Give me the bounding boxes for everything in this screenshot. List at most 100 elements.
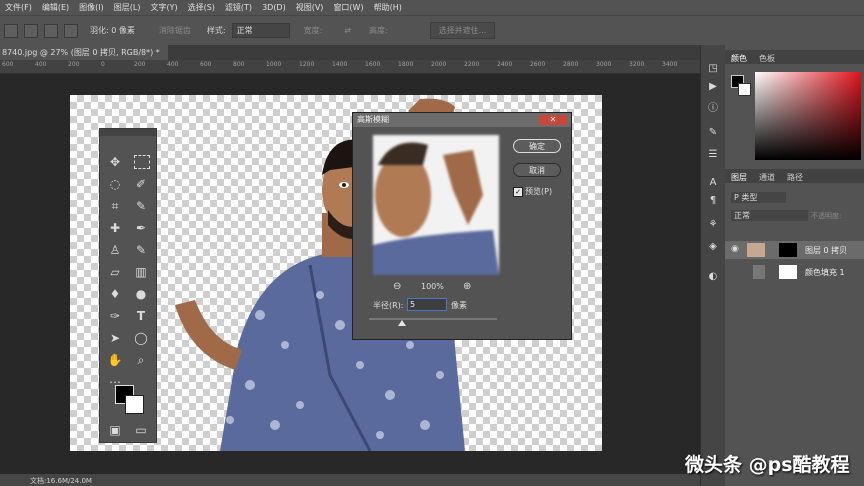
radius-input[interactable]: 5: [407, 298, 447, 311]
healing-tool-icon[interactable]: ✚: [106, 219, 124, 237]
brush-settings-icon[interactable]: ✎: [706, 127, 720, 139]
lasso-tool-icon[interactable]: ◌: [106, 175, 124, 193]
ruler-tick-label: 3400: [662, 61, 678, 68]
style-select[interactable]: 正常: [231, 23, 290, 38]
blur-preview[interactable]: [373, 135, 499, 275]
dodge-tool-icon[interactable]: ●: [132, 285, 150, 303]
subtract-selection-icon[interactable]: [44, 23, 58, 38]
tab-swatches[interactable]: 色板: [759, 53, 775, 64]
background-color-swatch[interactable]: [125, 395, 144, 414]
history-brush-tool-icon[interactable]: ✎: [132, 241, 150, 259]
menu-item[interactable]: 视图(V): [291, 2, 329, 13]
ruler-tick-label: 200: [134, 61, 146, 68]
move-tool-icon[interactable]: ✥: [106, 153, 124, 171]
crop-tool-icon[interactable]: ⌗: [106, 197, 124, 215]
shape-tool-icon[interactable]: ◯: [132, 329, 150, 347]
ruler-tick-label: 2000: [431, 61, 447, 68]
width-label: 宽度:: [303, 26, 323, 35]
properties-icon[interactable]: ◐: [706, 271, 720, 283]
color-field[interactable]: [755, 72, 861, 160]
layer-row[interactable]: 颜色填充 1: [725, 263, 864, 281]
paragraph-icon[interactable]: ¶: [706, 195, 720, 207]
layer-kind-filter[interactable]: P 类型: [731, 192, 786, 203]
zoom-tool-icon[interactable]: ⌕: [132, 351, 150, 369]
menu-item[interactable]: 图像(I): [74, 2, 109, 13]
zoom-value: 100%: [421, 282, 444, 291]
visibility-eye-icon[interactable]: ◉: [731, 244, 739, 254]
ruler-tick-label: 1400: [332, 61, 348, 68]
gaussian-blur-dialog: 高斯模糊 ✕ 确定 取消 ✓ 预览(P) ⊖ 100% ⊕ 半径(R): 5 像…: [352, 112, 572, 340]
ruler-tick-label: 2200: [464, 61, 480, 68]
document-size: 文档:16.6M/24.0M: [30, 477, 92, 485]
document-tab[interactable]: 8740.jpg @ 27% (图层 0 拷贝, RGB/8*) *: [0, 45, 168, 60]
history-icon[interactable]: ◳: [706, 63, 720, 75]
preview-checkbox[interactable]: ✓: [513, 187, 523, 197]
menu-item[interactable]: 编辑(E): [37, 2, 74, 13]
brush-tool-icon[interactable]: ✒: [132, 219, 150, 237]
menu-item[interactable]: 文件(F): [0, 2, 37, 13]
tab-channels[interactable]: 通道: [759, 172, 775, 183]
tab-paths[interactable]: 路径: [787, 172, 803, 183]
antialias-label[interactable]: 消除锯齿: [159, 25, 191, 36]
adjustments-icon[interactable]: ☰: [706, 149, 720, 161]
ruler-tick-label: 1800: [398, 61, 414, 68]
marquee-tool-icon[interactable]: [134, 155, 150, 169]
radius-slider-track[interactable]: [369, 318, 497, 320]
ruler-tick-label: 200: [68, 61, 80, 68]
swap-icon[interactable]: ⇄: [344, 26, 351, 35]
ruler-tick-label: 1200: [299, 61, 315, 68]
toolbox-header[interactable]: [100, 129, 156, 136]
gradient-tool-icon[interactable]: ▥: [132, 263, 150, 281]
screen-mode-icon[interactable]: ▭: [132, 421, 150, 439]
background-mini-swatch[interactable]: [738, 83, 751, 96]
layer-thumbnail: [753, 265, 765, 279]
menu-item[interactable]: 选择(S): [183, 2, 220, 13]
tab-layers[interactable]: 图层: [731, 172, 747, 183]
close-icon[interactable]: ✕: [539, 115, 567, 125]
blend-mode-select[interactable]: 正常: [731, 210, 808, 221]
radius-label: 半径(R):: [373, 301, 404, 310]
menu-item[interactable]: 图层(L): [109, 2, 146, 13]
path-select-tool-icon[interactable]: ➤: [106, 329, 124, 347]
menu-item[interactable]: 文字(Y): [145, 2, 182, 13]
menu-item[interactable]: 滤镜(T): [220, 2, 257, 13]
eraser-tool-icon[interactable]: ▱: [106, 263, 124, 281]
intersect-selection-icon[interactable]: [64, 23, 78, 38]
menu-bar: 文件(F) 编辑(E) 图像(I) 图层(L) 文字(Y) 选择(S) 滤镜(T) 3D(D)…: [0, 0, 864, 15]
new-selection-icon[interactable]: [4, 23, 18, 38]
quick-mask-icon[interactable]: ▣: [106, 421, 124, 439]
character-icon[interactable]: A: [706, 177, 720, 189]
tab-color[interactable]: 颜色: [731, 53, 747, 64]
pen-tool-icon[interactable]: ✑: [106, 307, 124, 325]
toolbox-panel: ✥ ◌ ✐ ⌗ ✎ ✚ ✒ ♙ ✎ ▱ ▥ ♦ ● ✑ T ➤ ◯ ✋ ⌕ ⋯ …: [99, 128, 157, 443]
eyedropper-tool-icon[interactable]: ✎: [132, 197, 150, 215]
options-bar: 羽化: 0 像素 消除锯齿 样式: 正常 宽度: ⇄ 高度: 选择并遮住...: [0, 15, 864, 45]
zoom-in-icon[interactable]: ⊕: [463, 281, 471, 292]
stamp-tool-icon[interactable]: ♙: [106, 241, 124, 259]
layer-thumbnail: [747, 243, 765, 257]
ruler-tick-label: 600: [200, 61, 212, 68]
ruler-tick-label: 1600: [365, 61, 381, 68]
cancel-button[interactable]: 取消: [513, 163, 561, 177]
ruler-tick-label: 3200: [629, 61, 645, 68]
menu-item[interactable]: 帮助(H): [369, 2, 407, 13]
layer-row[interactable]: ◉ 图层 0 拷贝: [725, 241, 864, 259]
hand-tool-icon[interactable]: ✋: [106, 351, 124, 369]
type-tool-icon[interactable]: T: [132, 307, 150, 325]
ruler-tick-label: 2800: [563, 61, 579, 68]
radius-slider-handle[interactable]: [398, 320, 406, 326]
menu-item[interactable]: 3D(D): [257, 3, 291, 12]
feather-label: 羽化: 0 像素: [90, 26, 135, 35]
play-icon[interactable]: ▶: [706, 81, 720, 93]
clone-source-icon[interactable]: ⚘: [706, 219, 720, 231]
menu-item[interactable]: 窗口(W): [328, 2, 368, 13]
height-label: 高度:: [368, 26, 388, 35]
blur-tool-icon[interactable]: ♦: [106, 285, 124, 303]
zoom-out-icon[interactable]: ⊖: [393, 281, 401, 292]
info-icon[interactable]: ⓘ: [706, 103, 720, 115]
glyphs-icon[interactable]: ◈: [706, 241, 720, 253]
select-and-mask-button[interactable]: 选择并遮住...: [429, 22, 496, 39]
quick-select-tool-icon[interactable]: ✐: [132, 175, 150, 193]
add-selection-icon[interactable]: [24, 23, 38, 38]
ok-button[interactable]: 确定: [513, 139, 561, 153]
